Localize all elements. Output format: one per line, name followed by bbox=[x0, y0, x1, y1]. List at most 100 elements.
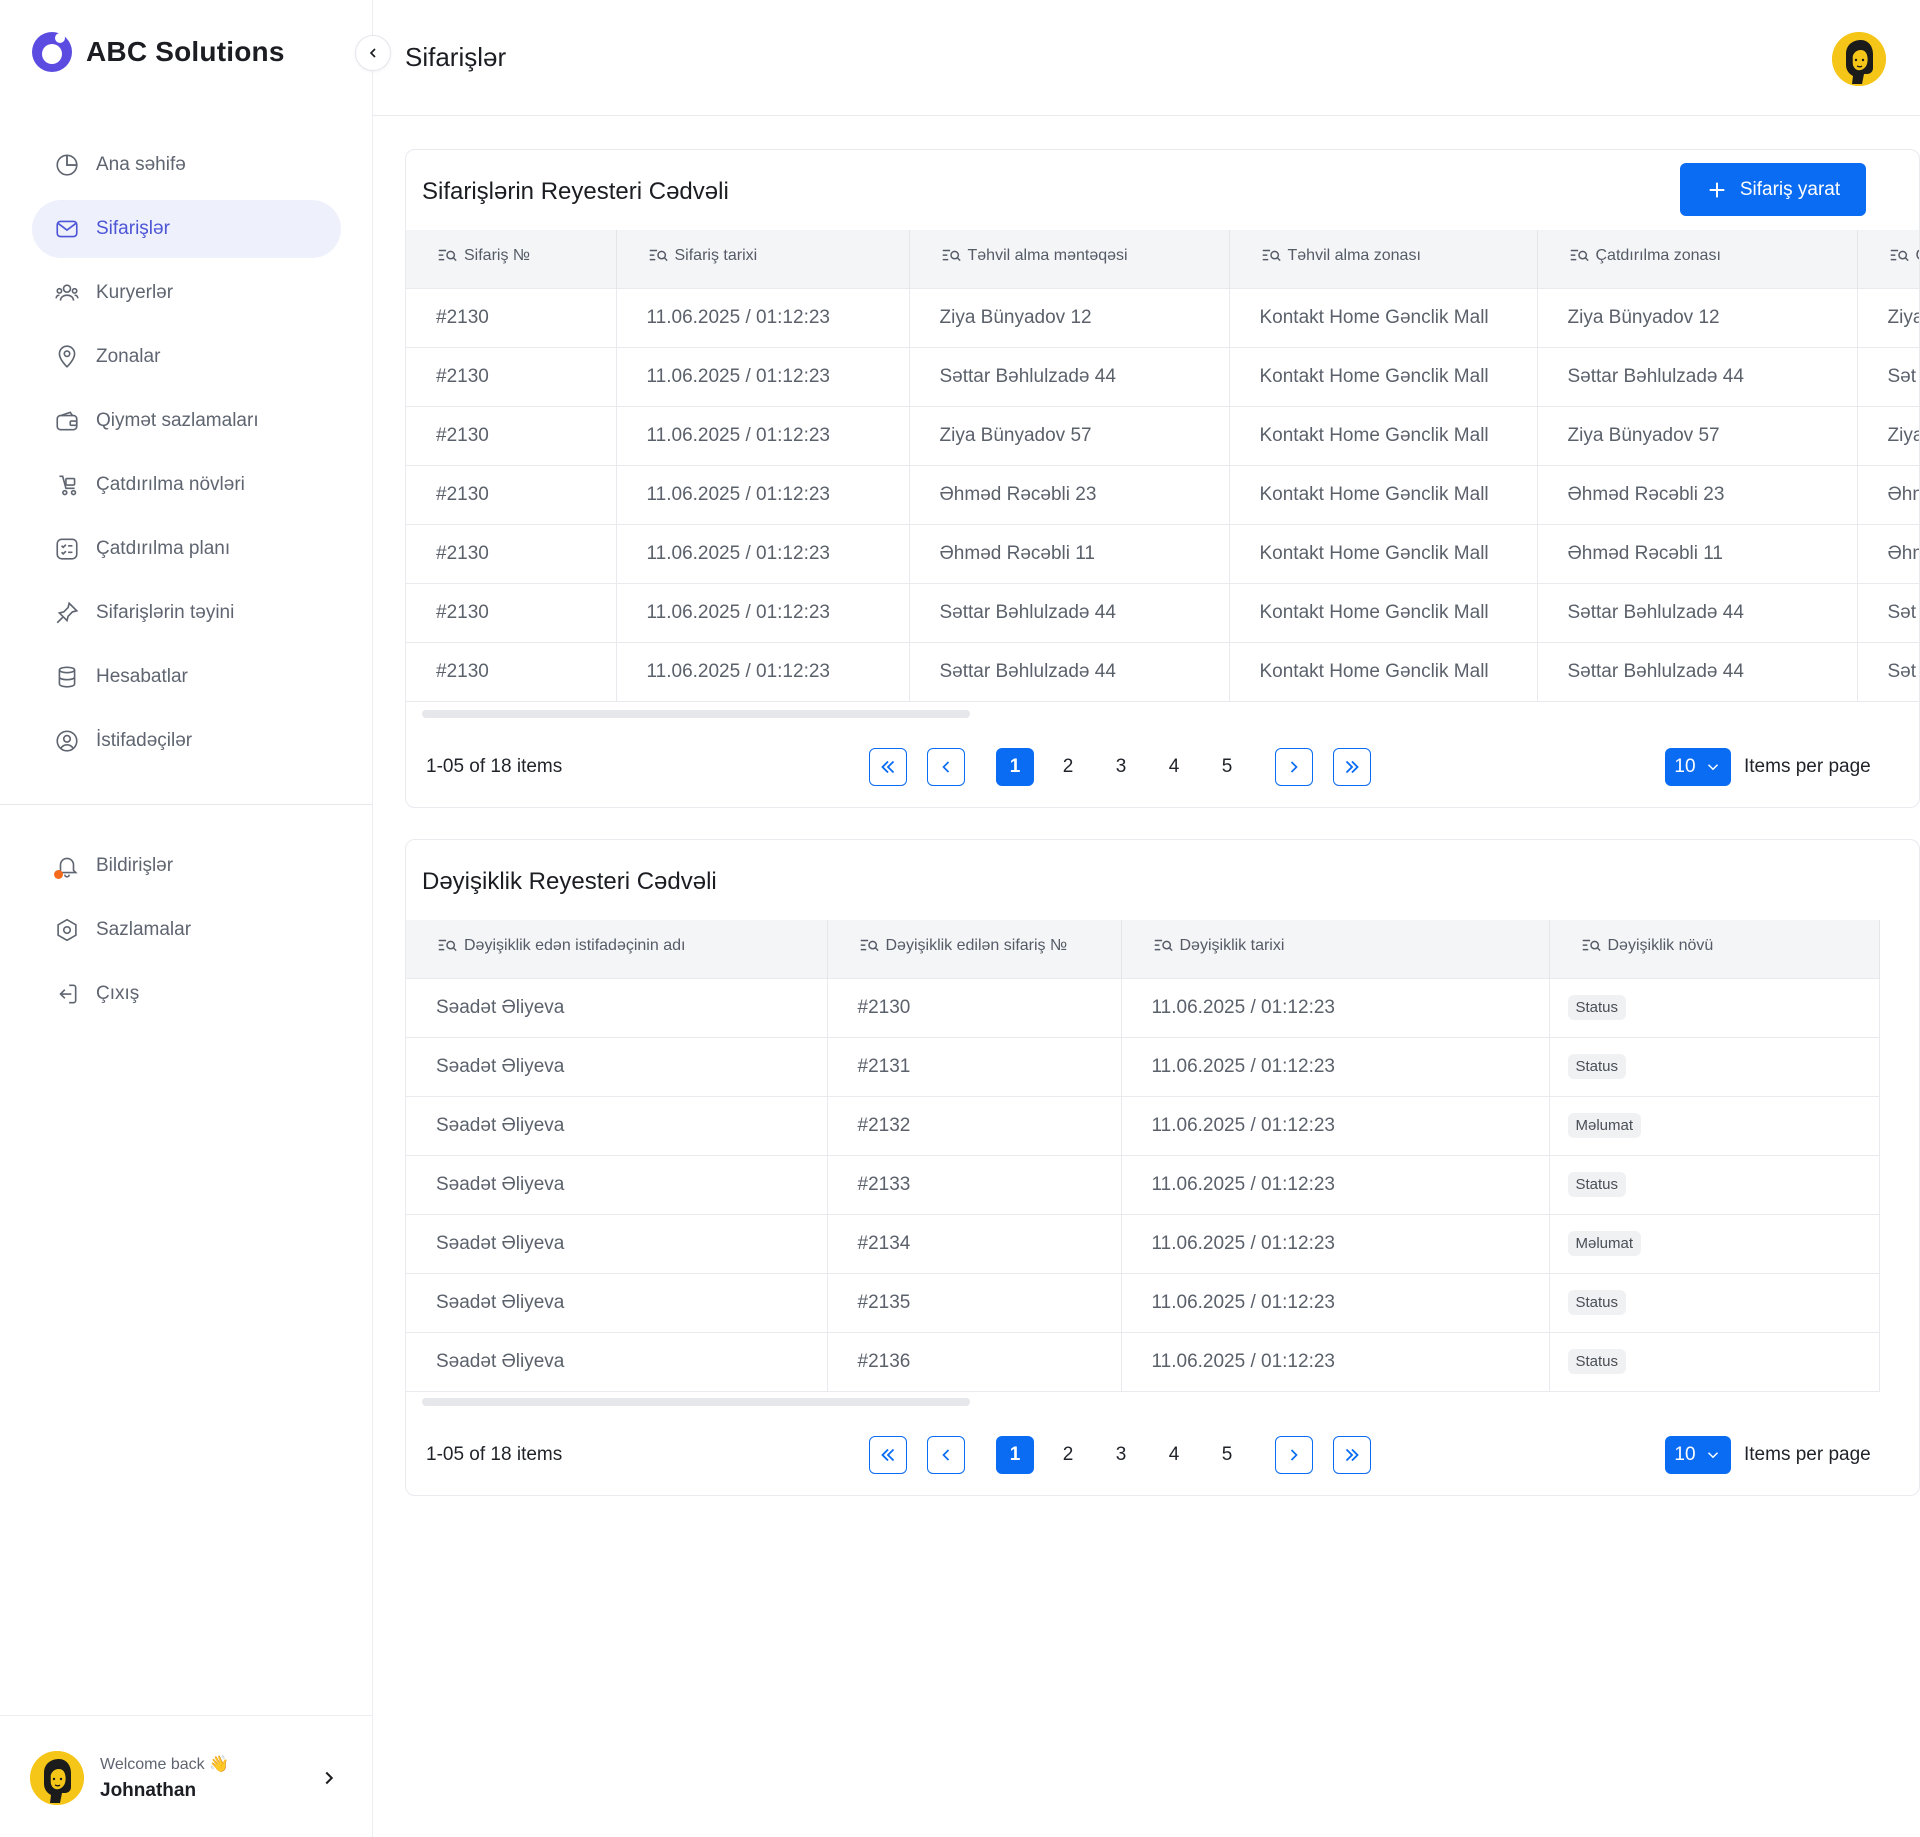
chevron-right-icon[interactable] bbox=[318, 1767, 340, 1789]
items-per-page-select[interactable]: 10 bbox=[1665, 748, 1731, 786]
table-row[interactable]: #2130 11.06.2025 / 01:12:23 Əhməd Rəcəbl… bbox=[406, 464, 1919, 524]
last-page-button[interactable] bbox=[1333, 748, 1371, 786]
table-row[interactable]: Səadət Əliyeva #2135 11.06.2025 / 01:12:… bbox=[406, 1272, 1880, 1332]
sidebar-item-label: Çatdırılma planı bbox=[96, 538, 231, 559]
table-cell: Status bbox=[1549, 1272, 1880, 1332]
table-cell: Ziya Bünyadov 57 bbox=[909, 405, 1230, 465]
page-3-button[interactable]: 3 bbox=[1102, 1436, 1140, 1474]
prev-page-button[interactable] bbox=[927, 1436, 965, 1474]
table-cell: #2130 bbox=[406, 287, 617, 347]
notification-dot bbox=[54, 870, 63, 879]
page-4-button[interactable]: 4 bbox=[1155, 748, 1193, 786]
last-page-button[interactable] bbox=[1333, 1436, 1371, 1474]
table-cell: 11.06.2025 / 01:12:23 bbox=[616, 287, 910, 347]
page-4-button[interactable]: 4 bbox=[1155, 1436, 1193, 1474]
table-cell: Status bbox=[1549, 1036, 1880, 1096]
sidebar-divider bbox=[0, 804, 373, 805]
prev-page-button[interactable] bbox=[927, 748, 965, 786]
table-row[interactable]: Səadət Əliyeva #2133 11.06.2025 / 01:12:… bbox=[406, 1154, 1880, 1214]
sidebar-item-couriers[interactable]: Kuryerlər bbox=[32, 264, 341, 322]
table-row[interactable]: #2130 11.06.2025 / 01:12:23 Səttar Bəhlu… bbox=[406, 582, 1919, 642]
first-page-button[interactable] bbox=[869, 1436, 907, 1474]
sidebar-item-orders[interactable]: Sifarişlər bbox=[32, 200, 341, 258]
items-per-page-select[interactable]: 10 bbox=[1665, 1436, 1731, 1474]
sidebar-item-order-assignment[interactable]: Sifarişlərin təyini bbox=[32, 584, 341, 642]
table-row[interactable]: Səadət Əliyeva #2131 11.06.2025 / 01:12:… bbox=[406, 1036, 1880, 1096]
table-row[interactable]: #2130 11.06.2025 / 01:12:23 Əhməd Rəcəbl… bbox=[406, 523, 1919, 583]
sidebar-item-reports[interactable]: Hesabatlar bbox=[32, 648, 341, 706]
column-header[interactable]: Sifariş № bbox=[406, 230, 617, 288]
sidebar-item-delivery-plan[interactable]: Çatdırılma planı bbox=[32, 520, 341, 578]
table-cell: #2130 bbox=[406, 641, 617, 702]
page-5-button[interactable]: 5 bbox=[1208, 748, 1246, 786]
table-row[interactable]: #2130 11.06.2025 / 01:12:23 Səttar Bəhlu… bbox=[406, 346, 1919, 406]
page-5-button[interactable]: 5 bbox=[1208, 1436, 1246, 1474]
page-title: Sifarişlər bbox=[405, 42, 507, 72]
next-page-button[interactable] bbox=[1275, 748, 1313, 786]
table-cell: #2130 bbox=[406, 405, 617, 465]
page-1-button[interactable]: 1 bbox=[996, 748, 1034, 786]
wallet-icon bbox=[56, 411, 78, 431]
column-header[interactable]: Dəyişiklik növü bbox=[1549, 920, 1880, 978]
column-header[interactable]: Təhvil alma məntəqəsi bbox=[909, 230, 1230, 288]
table-cell: Kontakt Home Gənclik Mall bbox=[1229, 641, 1538, 702]
sidebar-item-notifications[interactable]: Bildirişlər bbox=[32, 837, 341, 895]
change-type-badge: Status bbox=[1567, 1054, 1627, 1079]
items-summary: 1-05 of 18 items bbox=[426, 756, 563, 777]
sidebar-item-users[interactable]: İstifadəçilər bbox=[32, 712, 341, 770]
sidebar-item-label: Qiymət sazlamaları bbox=[96, 410, 259, 431]
sidebar-item-home[interactable]: Ana səhifə bbox=[32, 136, 341, 194]
column-header[interactable]: Çatdırılma zonası bbox=[1537, 230, 1858, 288]
items-per-page-label: Items per page bbox=[1744, 1444, 1871, 1465]
column-header[interactable]: Təhvil alma zonası bbox=[1229, 230, 1538, 288]
page-1-button[interactable]: 1 bbox=[996, 1436, 1034, 1474]
table-row[interactable]: Səadət Əliyeva #2132 11.06.2025 / 01:12:… bbox=[406, 1095, 1880, 1155]
page-3-button[interactable]: 3 bbox=[1102, 748, 1140, 786]
sidebar-item-logout[interactable]: Çıxış bbox=[32, 965, 341, 1023]
table-cell: Sət bbox=[1857, 346, 1919, 406]
column-header[interactable]: Dəyişiklik edilən sifariş № bbox=[827, 920, 1122, 978]
change-type-badge: Status bbox=[1567, 995, 1627, 1020]
page-2-button[interactable]: 2 bbox=[1049, 1436, 1087, 1474]
column-header[interactable]: Dəyişiklik tarixi bbox=[1121, 920, 1550, 978]
chevron-right-icon bbox=[1290, 1449, 1298, 1461]
user-profile[interactable]: Welcome back 👋 Johnathan bbox=[30, 1748, 340, 1808]
table-row[interactable]: #2130 11.06.2025 / 01:12:23 Ziya Bünyado… bbox=[406, 287, 1919, 347]
table-row[interactable]: Səadət Əliyeva #2134 11.06.2025 / 01:12:… bbox=[406, 1213, 1880, 1273]
sidebar-item-label: Çıxış bbox=[96, 983, 140, 1004]
sidebar-collapse-button[interactable] bbox=[355, 35, 391, 71]
sidebar-item-price-settings[interactable]: Qiymət sazlamaları bbox=[32, 392, 341, 450]
table-cell: Səttar Bəhlulzadə 44 bbox=[909, 346, 1230, 406]
sidebar: ABC Solutions Ana səhifə Sifarişlər Kury… bbox=[0, 0, 373, 1837]
column-header[interactable]: Ç bbox=[1857, 230, 1919, 288]
table-cell: #2133 bbox=[827, 1154, 1122, 1214]
table-cell: #2130 bbox=[827, 977, 1122, 1037]
table-row[interactable]: Səadət Əliyeva #2130 11.06.2025 / 01:12:… bbox=[406, 977, 1880, 1037]
table-cell: Ziya Bünyadov 57 bbox=[1537, 405, 1858, 465]
sidebar-item-zones[interactable]: Zonalar bbox=[32, 328, 341, 386]
table-cell: 11.06.2025 / 01:12:23 bbox=[1121, 1095, 1550, 1155]
filter-search-icon bbox=[649, 250, 668, 262]
filter-search-icon bbox=[438, 250, 457, 262]
sidebar-item-settings[interactable]: Sazlamalar bbox=[32, 901, 341, 959]
sidebar-item-delivery-types[interactable]: Çatdırılma növləri bbox=[32, 456, 341, 514]
table-row[interactable]: #2130 11.06.2025 / 01:12:23 Səttar Bəhlu… bbox=[406, 641, 1919, 702]
sidebar-item-label: Bildirişlər bbox=[96, 855, 174, 876]
next-page-button[interactable] bbox=[1275, 1436, 1313, 1474]
table-row[interactable]: #2130 11.06.2025 / 01:12:23 Ziya Bünyado… bbox=[406, 405, 1919, 465]
first-page-button[interactable] bbox=[869, 748, 907, 786]
column-header[interactable]: Sifariş tarixi bbox=[616, 230, 910, 288]
double-chevron-left-icon bbox=[881, 1448, 895, 1462]
horizontal-scrollbar[interactable] bbox=[422, 710, 970, 718]
header-avatar[interactable] bbox=[1832, 32, 1886, 86]
welcome-greeting: Welcome back 👋 bbox=[100, 1756, 229, 1773]
page-2-button[interactable]: 2 bbox=[1049, 748, 1087, 786]
table-row[interactable]: Səadət Əliyeva #2136 11.06.2025 / 01:12:… bbox=[406, 1331, 1880, 1392]
chevron-left-icon bbox=[369, 48, 376, 58]
table-cell: 11.06.2025 / 01:12:23 bbox=[1121, 1331, 1550, 1392]
brand[interactable]: ABC Solutions bbox=[30, 30, 285, 74]
column-header[interactable]: Dəyişiklik edən istifadəçinin adı bbox=[406, 920, 828, 978]
create-order-button[interactable]: Sifariş yarat bbox=[1680, 163, 1866, 216]
horizontal-scrollbar[interactable] bbox=[422, 1398, 970, 1406]
table-cell: Status bbox=[1549, 1331, 1880, 1392]
